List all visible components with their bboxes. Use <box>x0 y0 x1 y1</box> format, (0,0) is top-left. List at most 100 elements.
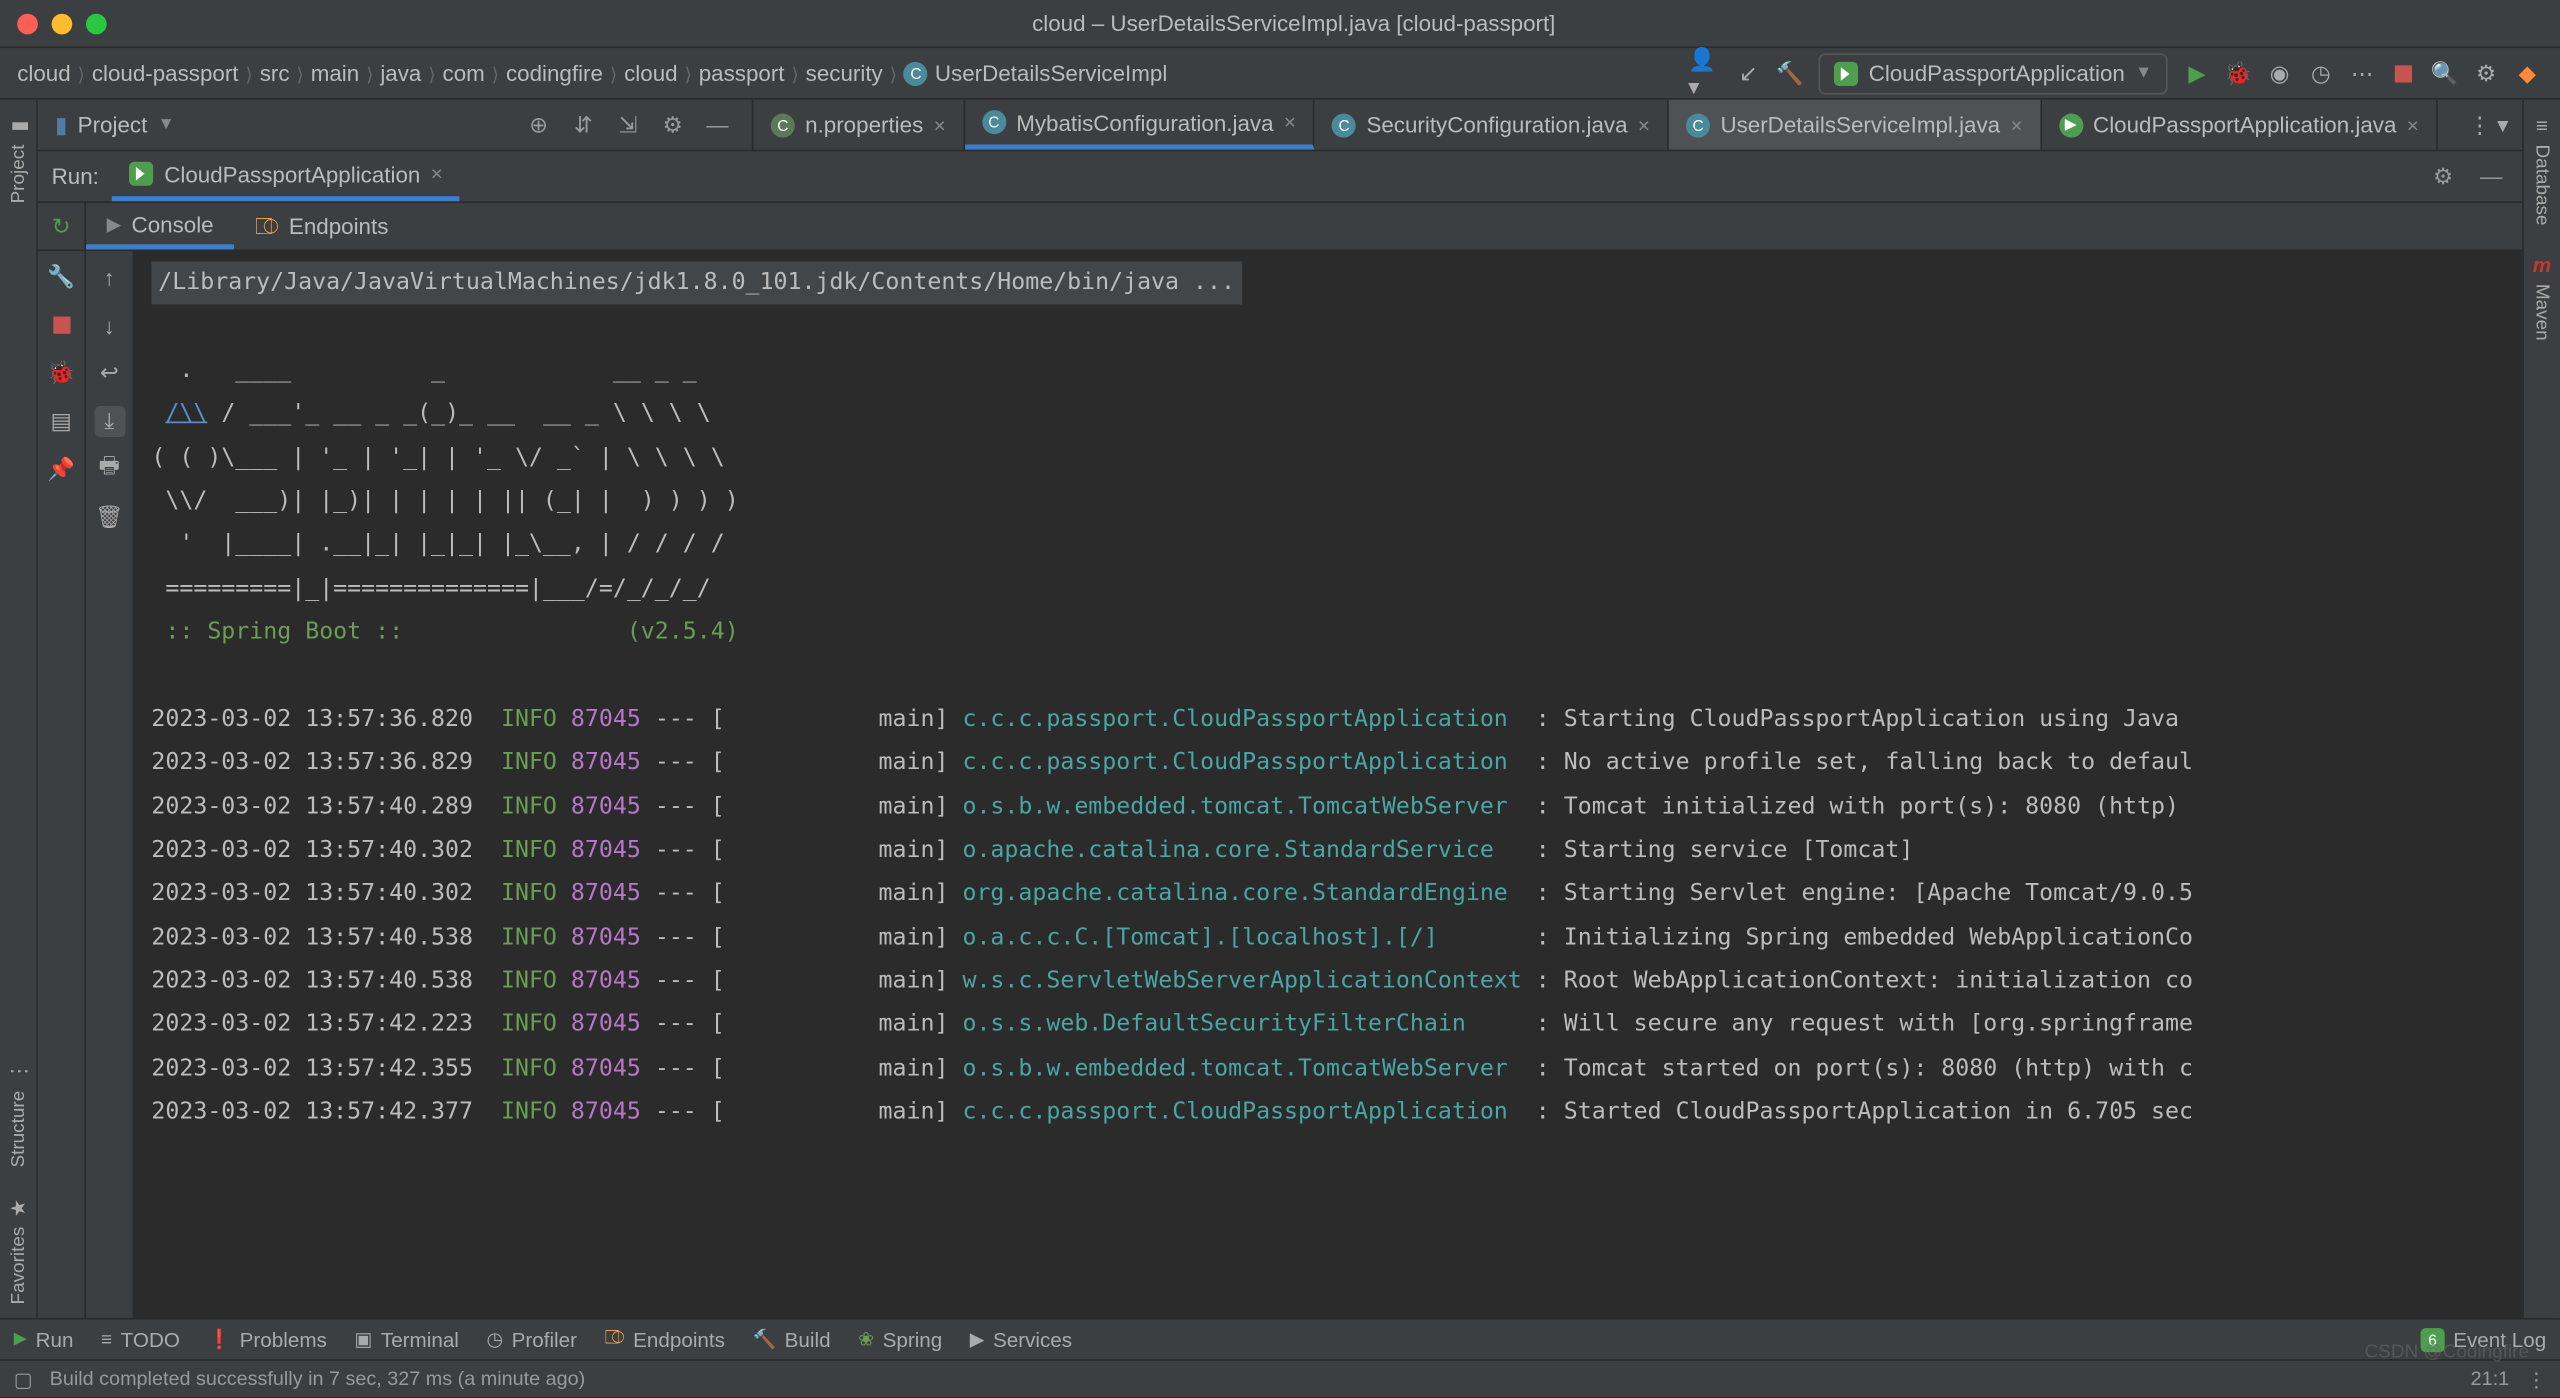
breadcrumb-item[interactable]: codingfire <box>503 60 607 86</box>
services-tab[interactable]: ▶ Services <box>970 1327 1072 1351</box>
hide-icon[interactable]: — <box>700 112 734 138</box>
project-header-label: Project <box>78 112 148 138</box>
breadcrumb-sep <box>78 60 85 86</box>
hide-icon[interactable]: — <box>2474 163 2508 189</box>
breadcrumb-item[interactable]: com <box>439 60 488 86</box>
run-config-selector[interactable]: CloudPassportApplication ▼ <box>1819 52 2168 93</box>
editor-tab[interactable]: C UserDetailsServiceImpl.java × <box>1669 100 2042 150</box>
ide-logo-icon[interactable]: ◆ <box>2508 54 2546 92</box>
stop-icon[interactable] <box>52 317 69 334</box>
gear-icon[interactable]: ⚙ <box>2426 163 2460 191</box>
close-icon[interactable]: × <box>431 162 443 186</box>
problems-tab[interactable]: ❗ Problems <box>207 1327 326 1351</box>
run-tab-label: Run <box>36 1327 74 1351</box>
run-config-tab[interactable]: CloudPassportApplication × <box>113 151 460 201</box>
settings-icon[interactable]: ⚙ <box>2467 54 2505 92</box>
editor-tab[interactable]: CMybatisConfiguration.java× <box>965 100 1315 150</box>
breadcrumb-sep <box>610 60 617 86</box>
close-icon[interactable]: × <box>934 113 946 137</box>
close-icon[interactable]: × <box>1284 110 1296 134</box>
terminal-tab[interactable]: ▣ Terminal <box>354 1327 459 1351</box>
status-extras[interactable]: ⋮ <box>2526 1367 2546 1391</box>
gear-icon[interactable]: ⚙ <box>655 111 689 139</box>
titlebar: cloud – UserDetailsServiceImpl.java [clo… <box>0 0 2560 48</box>
editor-tab-label: UserDetailsServiceImpl.java <box>1720 112 2000 138</box>
down-icon[interactable]: ↓ <box>94 310 125 341</box>
breadcrumb-item[interactable]: cloud-passport <box>88 60 242 86</box>
run-config-icon <box>1834 61 1858 85</box>
status-indicator-icon: ▢ <box>14 1367 33 1391</box>
console-output[interactable]: /Library/Java/JavaVirtualMachines/jdk1.8… <box>134 251 2522 1318</box>
folder-icon: ▮ <box>6 120 30 131</box>
run-bottom-tab[interactable]: ▶ Run <box>14 1327 74 1351</box>
coverage-button[interactable]: ◉ <box>2261 54 2299 92</box>
project-tool-tab[interactable]: Project ▮ <box>4 100 32 217</box>
breadcrumb-sep <box>366 60 373 86</box>
list-icon: ≡ <box>101 1329 112 1350</box>
maven-tool-tab[interactable]: m Maven <box>2528 239 2556 354</box>
structure-tab-label: Structure <box>8 1091 29 1168</box>
console-tab[interactable]: ▶ Console <box>86 203 234 249</box>
users-icon[interactable]: 👤▾ <box>1688 54 1726 92</box>
database-tool-tab[interactable]: ≡ Database <box>2528 100 2556 240</box>
profile-button[interactable]: ◷ <box>2302 54 2340 92</box>
tabs-dropdown-icon[interactable]: ⋮ ▾ <box>2455 111 2522 139</box>
endpoints-bottom-tab[interactable]: ⎄ Endpoints <box>605 1327 725 1351</box>
left-tool-strip: Project ▮ Structure ⋮ Favorites ★ <box>0 100 38 1318</box>
editor-tab-label: n.properties <box>805 112 923 138</box>
breadcrumb-item[interactable]: java <box>377 60 425 86</box>
endpoints-icon: ⎄ <box>255 212 279 240</box>
collapse-all-icon[interactable]: ⇲ <box>611 111 645 139</box>
search-everywhere-icon[interactable]: 🔍 <box>2426 54 2464 92</box>
wrench-icon[interactable]: 🔧 <box>46 262 77 293</box>
run-button[interactable]: ▶ <box>2178 54 2216 92</box>
project-icon: ▮ <box>55 111 67 139</box>
scroll-to-end-icon[interactable]: ⤓ <box>94 406 125 437</box>
editor-tab[interactable]: Cn.properties× <box>754 100 965 150</box>
breadcrumb-item[interactable]: cloud <box>621 60 681 86</box>
up-icon[interactable]: ↑ <box>94 262 125 293</box>
profiler-tab[interactable]: ◷ Profiler <box>486 1327 577 1351</box>
breadcrumb-item[interactable]: passport <box>695 60 788 86</box>
breadcrumb-item[interactable]: CUserDetailsServiceImpl <box>900 60 1170 86</box>
run-label: Run: <box>52 163 99 189</box>
file-icon: C <box>1686 113 1710 137</box>
stop-button[interactable] <box>2384 54 2422 92</box>
editor-tab[interactable]: ▶CloudPassportApplication.java× <box>2041 100 2437 150</box>
breadcrumb-item[interactable]: cloud <box>14 60 74 86</box>
expand-all-icon[interactable]: ⇵ <box>566 111 600 139</box>
file-icon: ▶ <box>2059 113 2083 137</box>
breadcrumb-item[interactable]: security <box>802 60 886 86</box>
structure-tool-tab[interactable]: Structure ⋮ <box>4 1046 32 1181</box>
close-icon[interactable]: × <box>2010 113 2022 137</box>
todo-tab[interactable]: ≡ TODO <box>101 1327 180 1351</box>
build-tab[interactable]: 🔨 Build <box>752 1327 830 1351</box>
caret-position[interactable]: 21:1 <box>2471 1369 2510 1390</box>
soft-wrap-icon[interactable]: ↩ <box>94 358 125 389</box>
layout-icon[interactable]: ▤ <box>46 406 77 437</box>
print-icon[interactable]: 🖶 <box>94 454 125 485</box>
file-icon: C <box>1332 113 1356 137</box>
close-icon[interactable]: × <box>1638 113 1650 137</box>
editor-tab[interactable]: C SecurityConfiguration.java × <box>1315 100 1669 150</box>
endpoints-tab[interactable]: ⎄ Endpoints <box>234 203 409 249</box>
endpoints-tab-label: Endpoints <box>633 1327 725 1351</box>
clear-icon[interactable]: 🗑 <box>94 502 125 533</box>
build-icon[interactable]: 🔨 <box>1771 54 1809 92</box>
rerun-icon[interactable]: ↻ <box>52 212 71 240</box>
pin-icon[interactable]: 📌 <box>46 454 77 485</box>
locate-icon[interactable]: ⊕ <box>521 111 555 139</box>
breadcrumb-item[interactable]: src <box>256 60 293 86</box>
close-icon[interactable]: × <box>2407 113 2419 137</box>
profiler-icon: ◷ <box>486 1328 503 1350</box>
spring-tab[interactable]: ❀ Spring <box>858 1327 942 1351</box>
breadcrumb-item[interactable]: main <box>307 60 362 86</box>
attach-button[interactable]: ⋯ <box>2343 54 2381 92</box>
rerun-bug-icon[interactable]: 🐞 <box>46 358 77 389</box>
profiler-tab-label: Profiler <box>512 1327 577 1351</box>
favorites-tool-tab[interactable]: Favorites ★ <box>4 1181 32 1317</box>
debug-button[interactable]: 🐞 <box>2219 54 2257 92</box>
vcs-update-icon[interactable]: ↙ <box>1729 54 1767 92</box>
project-tool-header[interactable]: ▮ Project ▼ ⊕ ⇵ ⇲ ⚙ — <box>38 100 754 150</box>
editor-tab-label: SecurityConfiguration.java <box>1366 112 1627 138</box>
